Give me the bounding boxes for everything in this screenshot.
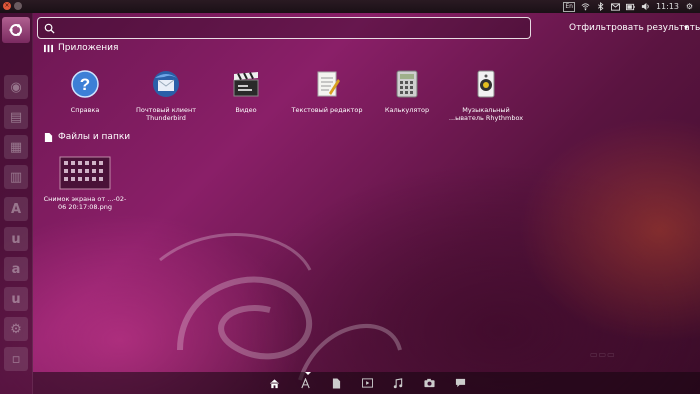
category-applications-header[interactable]: Приложения: [44, 43, 118, 53]
volume-icon[interactable]: [641, 2, 650, 11]
network-icon[interactable]: [581, 2, 590, 11]
launcher-item-calc[interactable]: ▦: [4, 135, 28, 159]
help-icon: ?: [67, 66, 103, 102]
battery-icon[interactable]: [625, 2, 635, 11]
launcher-item-workspaces[interactable]: ▫: [4, 347, 28, 371]
video-lens-icon[interactable]: [361, 377, 373, 389]
launcher-item-writer[interactable]: ▤: [4, 105, 28, 129]
window-controls: ×: [3, 2, 22, 10]
app-label: Видео: [235, 106, 257, 114]
keyboard-layout-indicator[interactable]: En: [563, 1, 575, 12]
file-tile-screenshot[interactable]: Снимок экрана от ...-02-06 20:17:08.png: [43, 155, 127, 211]
filter-arrow-icon[interactable]: ▾: [684, 23, 688, 32]
category-applications-title: Приложения: [58, 43, 119, 53]
launcher-item-impress[interactable]: ▥: [4, 165, 28, 189]
files-category-icon: [44, 132, 53, 142]
app-tile-calculator[interactable]: Калькулятор: [365, 66, 449, 114]
music-lens-icon[interactable]: [392, 377, 404, 389]
text-editor-icon: [309, 66, 345, 102]
calculator-icon: [389, 66, 425, 102]
files-lens-icon[interactable]: [330, 377, 342, 389]
app-tile-help[interactable]: ? Справка: [43, 66, 127, 114]
launcher-item-ubuntu-one[interactable]: u: [4, 227, 28, 251]
watermark-logo: ▭▭▭: [590, 350, 616, 359]
app-tile-video[interactable]: Видео: [204, 66, 288, 114]
launcher-item-software-center[interactable]: A: [4, 197, 28, 221]
applications-lens-icon[interactable]: [299, 377, 311, 389]
applications-category-icon: [44, 44, 53, 52]
social-lens-icon[interactable]: [454, 377, 466, 389]
clock[interactable]: 11:13: [656, 2, 679, 11]
app-label: Почтовый клиент Thunderbird: [135, 106, 197, 122]
minimize-button[interactable]: [14, 2, 22, 10]
wallpaper-swirl: [159, 233, 402, 381]
launcher: ◉ ▤ ▦ ▥ A u a u ⚙ ▫: [0, 13, 33, 394]
app-label: Музыкальный ...ыватель Rhythmbox: [448, 106, 524, 122]
bluetooth-icon[interactable]: [596, 2, 605, 11]
file-label: Снимок экрана от ...-02-06 20:17:08.png: [43, 195, 127, 211]
home-lens-icon[interactable]: [268, 377, 280, 389]
close-button[interactable]: ×: [3, 2, 11, 10]
svg-text:?: ?: [80, 75, 90, 94]
filter-results-button[interactable]: Отфильтровать результаты: [569, 23, 700, 33]
launcher-item-firefox[interactable]: ◉: [4, 75, 28, 99]
category-files-title: Файлы и папки: [58, 132, 131, 142]
lens-bar: [33, 372, 700, 394]
app-tile-text-editor[interactable]: Текстовый редактор: [285, 66, 369, 114]
video-clapper-icon: [228, 66, 264, 102]
launcher-item-amazon[interactable]: a: [4, 257, 28, 281]
app-tile-rhythmbox[interactable]: Музыкальный ...ыватель Rhythmbox: [444, 66, 528, 122]
category-files-header[interactable]: Файлы и папки: [44, 132, 130, 142]
app-label: Справка: [70, 106, 100, 114]
gear-icon[interactable]: ⚙: [685, 2, 694, 11]
app-label: Текстовый редактор: [291, 106, 363, 114]
app-label: Калькулятор: [384, 106, 430, 114]
thunderbird-icon: [148, 66, 184, 102]
mail-icon[interactable]: [610, 2, 620, 11]
launcher-item-settings[interactable]: ⚙: [4, 317, 28, 341]
screenshot-thumbnail-icon: [59, 155, 111, 191]
rhythmbox-icon: [468, 66, 504, 102]
app-tile-thunderbird[interactable]: Почтовый клиент Thunderbird: [124, 66, 208, 122]
photos-lens-icon[interactable]: [423, 377, 435, 389]
search-box[interactable]: [37, 17, 531, 39]
ubuntu-logo-icon: [9, 24, 22, 36]
search-input[interactable]: [60, 20, 525, 36]
top-panel: × En 11:13 ⚙: [0, 0, 700, 13]
launcher-item-ubuntu-one-music[interactable]: u: [4, 287, 28, 311]
dash-home-button[interactable]: [2, 17, 30, 43]
active-lens-indicator: [305, 372, 311, 375]
search-icon: [44, 23, 55, 34]
